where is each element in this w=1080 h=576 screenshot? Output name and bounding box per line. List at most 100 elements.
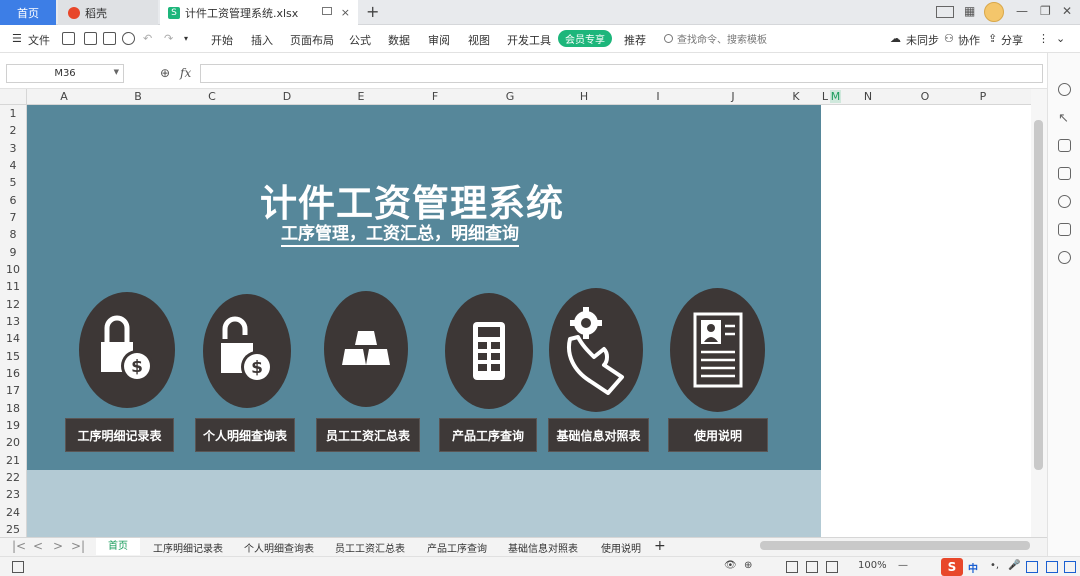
nav-button-instructions[interactable]: 使用说明 (668, 418, 768, 452)
document-person-icon[interactable] (670, 288, 765, 412)
close-window-icon[interactable]: ✕ (1062, 4, 1072, 18)
input-lang-icon[interactable]: ⊕ (744, 560, 752, 571)
minimize-icon[interactable]: — (1016, 4, 1028, 18)
row-header-4[interactable]: 4 (0, 159, 26, 172)
layout-icon[interactable] (936, 6, 954, 18)
row-header-21[interactable]: 21 (0, 454, 26, 467)
row-header-10[interactable]: 10 (0, 263, 26, 276)
menu-icon[interactable]: ☰ (12, 32, 22, 45)
row-header-7[interactable]: 7 (0, 211, 26, 224)
print-icon[interactable] (103, 32, 116, 45)
tab-file[interactable]: S 计件工资管理系统.xlsx × (160, 0, 358, 25)
col-header-n[interactable]: N (856, 90, 880, 103)
skin-icon[interactable] (1046, 561, 1058, 573)
col-header-p[interactable]: P (971, 90, 995, 103)
page-layout-view-icon[interactable] (806, 561, 818, 573)
col-header-k[interactable]: K (784, 90, 808, 103)
ribbon-tab-formula[interactable]: 公式 (349, 32, 371, 48)
ribbon-tab-page-layout[interactable]: 页面布局 (290, 32, 334, 48)
nav-button-basic-info[interactable]: 基础信息对照表 (548, 418, 649, 452)
image-icon[interactable] (1058, 223, 1071, 236)
row-header-16[interactable]: 16 (0, 367, 26, 380)
lock-dollar-icon[interactable]: $ (79, 292, 175, 408)
col-header-f[interactable]: F (423, 90, 447, 103)
name-box[interactable]: M36 ▼ (6, 64, 124, 83)
next-sheet-icon[interactable]: > (53, 539, 63, 553)
ribbon-tab-developer[interactable]: 开发工具 (507, 32, 551, 48)
fx-icon[interactable]: fx (180, 66, 191, 80)
col-header-e[interactable]: E (349, 90, 373, 103)
vip-button[interactable]: 会员专享 (558, 30, 612, 47)
col-header-g[interactable]: G (498, 90, 522, 103)
preview-icon[interactable] (122, 32, 135, 45)
toolbox-icon[interactable] (1064, 561, 1076, 573)
collab-button[interactable]: 协作 (958, 32, 980, 48)
command-search[interactable]: 查找命令、搜索模板 (664, 31, 767, 46)
settings-sliders-icon[interactable] (1058, 139, 1071, 152)
style-icon[interactable] (1058, 83, 1071, 96)
sheet-tab-salary-summary[interactable]: 员工工资汇总表 (335, 540, 405, 555)
row-header-24[interactable]: 24 (0, 506, 26, 519)
tab-daoke[interactable]: 稻壳 (58, 0, 158, 25)
row-header-22[interactable]: 22 (0, 471, 26, 484)
horizontal-scroll-thumb[interactable] (760, 541, 1030, 550)
location-icon[interactable] (1058, 251, 1071, 264)
row-header-20[interactable]: 20 (0, 436, 26, 449)
row-header-5[interactable]: 5 (0, 176, 26, 189)
sheet-tab-personal-query[interactable]: 个人明细查询表 (244, 540, 314, 555)
avatar[interactable] (984, 2, 1004, 22)
select-all-corner[interactable] (0, 89, 27, 105)
first-sheet-icon[interactable]: |< (12, 539, 26, 553)
row-header-13[interactable]: 13 (0, 315, 26, 328)
row-header-9[interactable]: 9 (0, 246, 26, 259)
row-header-25[interactable]: 25 (0, 523, 26, 536)
eye-icon[interactable]: 👁 (724, 560, 737, 571)
collapse-ribbon-icon[interactable]: ⌄ (1056, 32, 1065, 45)
sheet-tab-product-process[interactable]: 产品工序查询 (427, 540, 487, 555)
col-header-i[interactable]: I (646, 90, 670, 103)
ribbon-tab-start[interactable]: 开始 (211, 32, 233, 48)
col-header-d[interactable]: D (275, 90, 299, 103)
cursor-icon[interactable]: ↖ (1058, 111, 1071, 126)
restore-icon[interactable]: ❐ (1040, 4, 1051, 18)
sync-status[interactable]: 未同步 (906, 32, 939, 48)
sheet-tab-process-detail[interactable]: 工序明细记录表 (153, 540, 223, 555)
sheet-tab-basic-info[interactable]: 基础信息对照表 (508, 540, 578, 555)
ime-mode[interactable]: 中 (968, 560, 978, 575)
col-header-h[interactable]: H (572, 90, 596, 103)
prev-sheet-icon[interactable]: < (33, 539, 43, 553)
col-header-j[interactable]: J (721, 90, 745, 103)
save-icon[interactable] (62, 32, 75, 45)
sheet-tab-home[interactable]: 首页 (96, 538, 140, 555)
macro-icon[interactable] (12, 561, 24, 573)
last-sheet-icon[interactable]: >| (71, 539, 85, 553)
gold-bars-icon[interactable] (324, 291, 408, 407)
share-button[interactable]: 分享 (1001, 32, 1023, 48)
window-icon[interactable] (322, 7, 332, 15)
row-header-2[interactable]: 2 (0, 124, 26, 137)
col-header-a[interactable]: A (52, 90, 76, 103)
formula-input[interactable] (200, 64, 1043, 83)
add-tab-button[interactable]: + (366, 2, 379, 21)
col-header-m[interactable]: M (830, 90, 841, 103)
row-header-6[interactable]: 6 (0, 194, 26, 207)
close-tab-button[interactable]: × (341, 6, 350, 19)
ribbon-tab-data[interactable]: 数据 (388, 32, 410, 48)
unlock-dollar-icon[interactable]: $ (203, 294, 291, 408)
zoom-icon[interactable]: ⊕ (160, 66, 170, 80)
col-header-b[interactable]: B (126, 90, 150, 103)
row-header-1[interactable]: 1 (0, 107, 26, 120)
row-header-18[interactable]: 18 (0, 402, 26, 415)
zoom-level[interactable]: 100% (858, 560, 887, 571)
nav-button-process-detail[interactable]: 工序明细记录表 (65, 418, 174, 452)
grid-icon[interactable]: ▦ (964, 4, 975, 18)
row-header-11[interactable]: 11 (0, 280, 26, 293)
help-icon[interactable] (1058, 195, 1071, 208)
file-menu[interactable]: 文件 (28, 32, 50, 48)
sogou-ime-icon[interactable]: S (941, 558, 963, 576)
hand-gear-icon[interactable] (549, 288, 643, 412)
row-header-14[interactable]: 14 (0, 332, 26, 345)
row-header-12[interactable]: 12 (0, 298, 26, 311)
row-header-3[interactable]: 3 (0, 142, 26, 155)
tab-home[interactable]: 首页 (0, 0, 56, 25)
